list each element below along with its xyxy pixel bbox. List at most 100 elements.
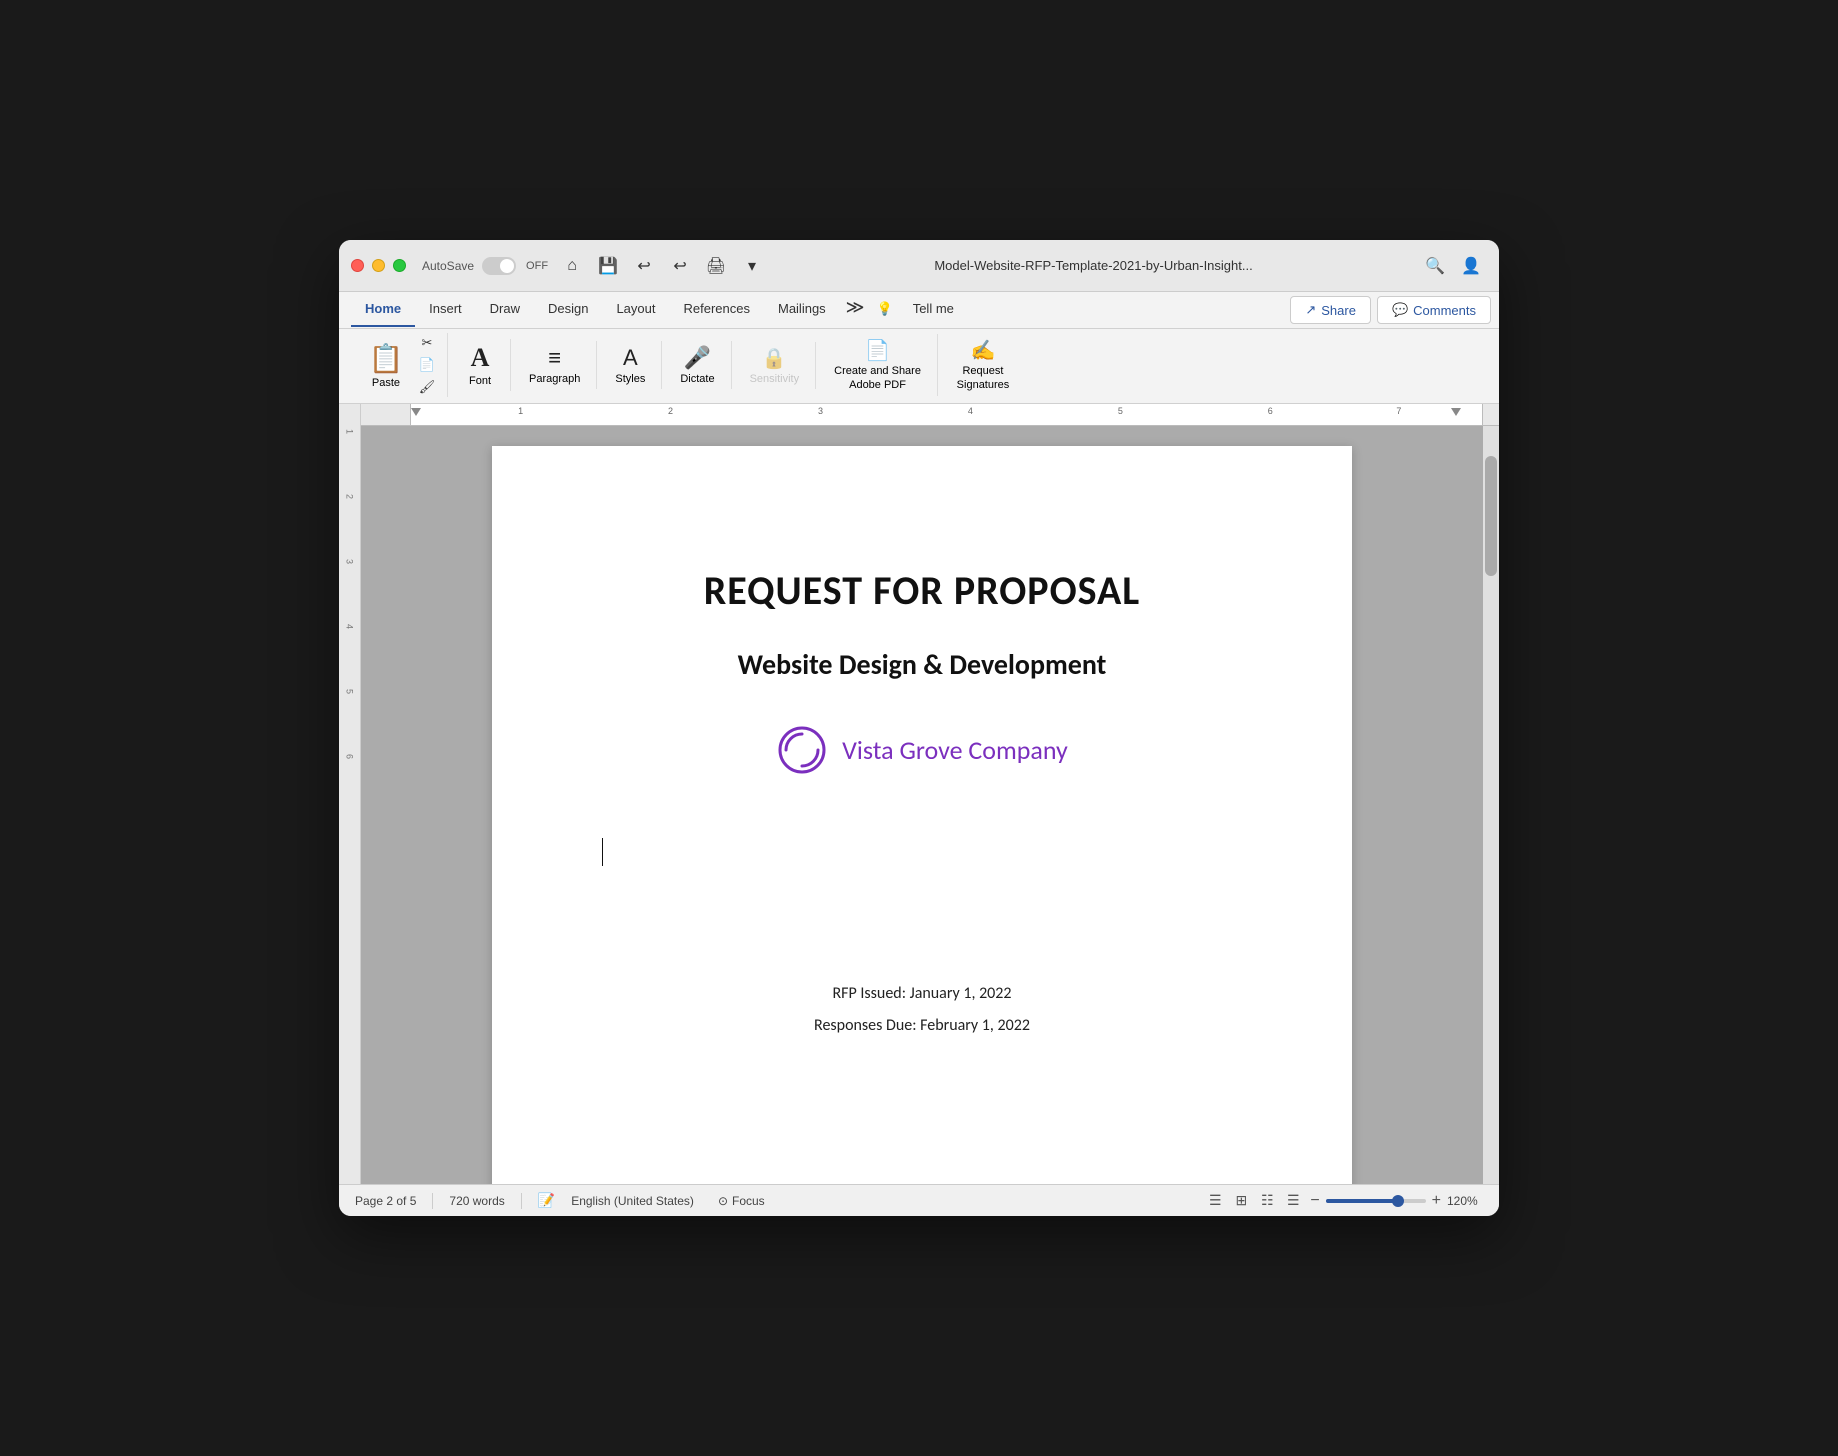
zoom-slider[interactable] [1326, 1199, 1426, 1203]
read-mode-icon[interactable]: ☰ [1282, 1190, 1304, 1212]
document-subtitle: Website Design & Development [738, 647, 1107, 682]
close-button[interactable] [351, 259, 364, 272]
app-window: AutoSave OFF ⌂ 💾 ↩ ↩ 🖨 ▾ Model-Website-R… [339, 240, 1499, 1216]
autosave-state: OFF [526, 260, 548, 272]
font-icon: A [471, 343, 490, 373]
dictate-label: Dictate [680, 373, 714, 385]
page-info[interactable]: Page 2 of 5 [355, 1194, 416, 1208]
comments-button[interactable]: 💬 Comments [1377, 296, 1491, 324]
tab-mailings[interactable]: Mailings [764, 293, 840, 327]
styles-button[interactable]: A Styles [607, 341, 653, 389]
account-icon[interactable]: 👤 [1455, 250, 1487, 282]
responses-due: Responses Due: February 1, 2022 [814, 1010, 1030, 1042]
cut-icon[interactable]: ✂ [415, 333, 439, 353]
adobe-pdf-icon: 📄 [865, 338, 890, 363]
sensitivity-group: 🔒 Sensitivity [734, 342, 817, 389]
zoom-area: ☰ ⊞ ☷ ☰ − + 120% [1204, 1190, 1483, 1212]
home-icon[interactable]: ⌂ [556, 250, 588, 282]
undo-icon[interactable]: ↩ [628, 250, 660, 282]
rfp-issued: RFP Issued: January 1, 2022 [814, 978, 1030, 1010]
titlebar-icons: ⌂ 💾 ↩ ↩ 🖨 ▾ [556, 250, 768, 282]
document-page[interactable]: REQUEST FOR PROPOSAL Website Design & De… [492, 446, 1352, 1184]
paste-label: Paste [372, 377, 400, 389]
outline-view-icon[interactable]: ☷ [1256, 1190, 1278, 1212]
company-logo-icon [776, 724, 828, 776]
format-painter-icon[interactable]: 🖌 [415, 377, 439, 397]
signatures-label: RequestSignatures [957, 365, 1010, 391]
autosave-toggle[interactable] [482, 257, 516, 275]
company-name: Vista Grove Company [842, 734, 1068, 766]
sensitivity-label: Sensitivity [750, 373, 800, 385]
fullscreen-button[interactable] [393, 259, 406, 272]
status-divider-2 [521, 1193, 522, 1209]
styles-group: A Styles [599, 341, 662, 389]
print-view-icon[interactable]: ☰ [1204, 1190, 1226, 1212]
ribbon-tabs: Home Insert Draw Design Layout Reference… [339, 293, 1282, 327]
dictate-button[interactable]: 🎤 Dictate [672, 341, 722, 389]
tab-layout[interactable]: Layout [602, 293, 669, 327]
ribbon-toolbar: 📋 Paste ✂ 📄 🖌 A Font ≡ [339, 329, 1499, 403]
paste-button[interactable]: 📋 Paste [359, 338, 413, 393]
scrollbar-thumb[interactable] [1485, 456, 1497, 576]
print-icon[interactable]: 🖨 [700, 250, 732, 282]
company-logo-area: Vista Grove Company [776, 724, 1068, 776]
signatures-group: ✍ RequestSignatures [940, 334, 1026, 395]
zoom-plus[interactable]: + [1432, 1192, 1441, 1210]
word-count-text: 720 words [449, 1194, 504, 1208]
horizontal-ruler: 1 2 3 4 5 6 7 [361, 404, 1499, 426]
share-icon: ↗ [1305, 302, 1316, 318]
copy-icon[interactable]: 📄 [415, 355, 439, 375]
paragraph-label: Paragraph [529, 373, 580, 385]
lightbulb-icon: 💡 [871, 293, 899, 327]
tab-tell-me[interactable]: Tell me [899, 293, 968, 327]
paragraph-icon: ≡ [548, 345, 561, 371]
word-count[interactable]: 720 words [449, 1194, 504, 1208]
create-pdf-label: Create and ShareAdobe PDF [834, 365, 921, 391]
tab-design[interactable]: Design [534, 293, 602, 327]
paragraph-button[interactable]: ≡ Paragraph [521, 341, 588, 389]
paste-group: 📋 Paste ✂ 📄 🖌 [351, 333, 448, 397]
zoom-slider-fill [1326, 1199, 1398, 1203]
title-bar: AutoSave OFF ⌂ 💾 ↩ ↩ 🖨 ▾ Model-Website-R… [339, 240, 1499, 292]
tab-insert[interactable]: Insert [415, 293, 476, 327]
styles-icon: A [623, 345, 638, 371]
share-button[interactable]: ↗ Share [1290, 296, 1371, 324]
language[interactable]: English (United States) [571, 1194, 694, 1208]
tab-draw[interactable]: Draw [476, 293, 534, 327]
spell-check[interactable]: 📝 [538, 1192, 555, 1209]
zoom-slider-thumb[interactable] [1392, 1195, 1404, 1207]
font-button[interactable]: A Font [458, 339, 502, 391]
tab-more[interactable]: ≫ [840, 293, 871, 327]
page-info-text: Page 2 of 5 [355, 1194, 416, 1208]
vertical-scrollbar[interactable] [1483, 426, 1499, 1184]
text-cursor [602, 838, 603, 866]
document-title: REQUEST FOR PROPOSAL [704, 566, 1140, 615]
zoom-minus[interactable]: − [1310, 1192, 1319, 1210]
tab-home[interactable]: Home [351, 293, 415, 327]
focus-icon: ⊙ [718, 1194, 728, 1208]
adobe-pdf-group: 📄 Create and ShareAdobe PDF [818, 334, 938, 395]
page-container: REQUEST FOR PROPOSAL Website Design & De… [361, 426, 1483, 1184]
save-icon[interactable]: 💾 [592, 250, 624, 282]
create-pdf-button[interactable]: 📄 Create and ShareAdobe PDF [826, 334, 929, 395]
language-text: English (United States) [571, 1194, 694, 1208]
request-signatures-button[interactable]: ✍ RequestSignatures [948, 334, 1018, 395]
tab-references[interactable]: References [670, 293, 764, 327]
comment-icon: 💬 [1392, 302, 1408, 318]
minimize-button[interactable] [372, 259, 385, 272]
share-label: Share [1321, 303, 1356, 318]
ribbon-actions: ↗ Share 💬 Comments [1282, 292, 1499, 328]
comments-label: Comments [1413, 303, 1476, 318]
zoom-level[interactable]: 120% [1447, 1194, 1483, 1208]
paste-icon: 📋 [369, 342, 404, 375]
web-view-icon[interactable]: ⊞ [1230, 1190, 1252, 1212]
search-icon[interactable]: 🔍 [1419, 250, 1451, 282]
more-icon[interactable]: ▾ [736, 250, 768, 282]
document-info: RFP Issued: January 1, 2022 Responses Du… [814, 978, 1030, 1042]
ribbon: Home Insert Draw Design Layout Reference… [339, 292, 1499, 404]
document-scroll-area[interactable]: REQUEST FOR PROPOSAL Website Design & De… [361, 426, 1499, 1184]
autosave-label: AutoSave [422, 259, 474, 273]
focus-mode[interactable]: ⊙ Focus [718, 1194, 765, 1208]
redo-icon[interactable]: ↩ [664, 250, 696, 282]
filename: Model-Website-RFP-Template-2021-by-Urban… [776, 258, 1411, 273]
